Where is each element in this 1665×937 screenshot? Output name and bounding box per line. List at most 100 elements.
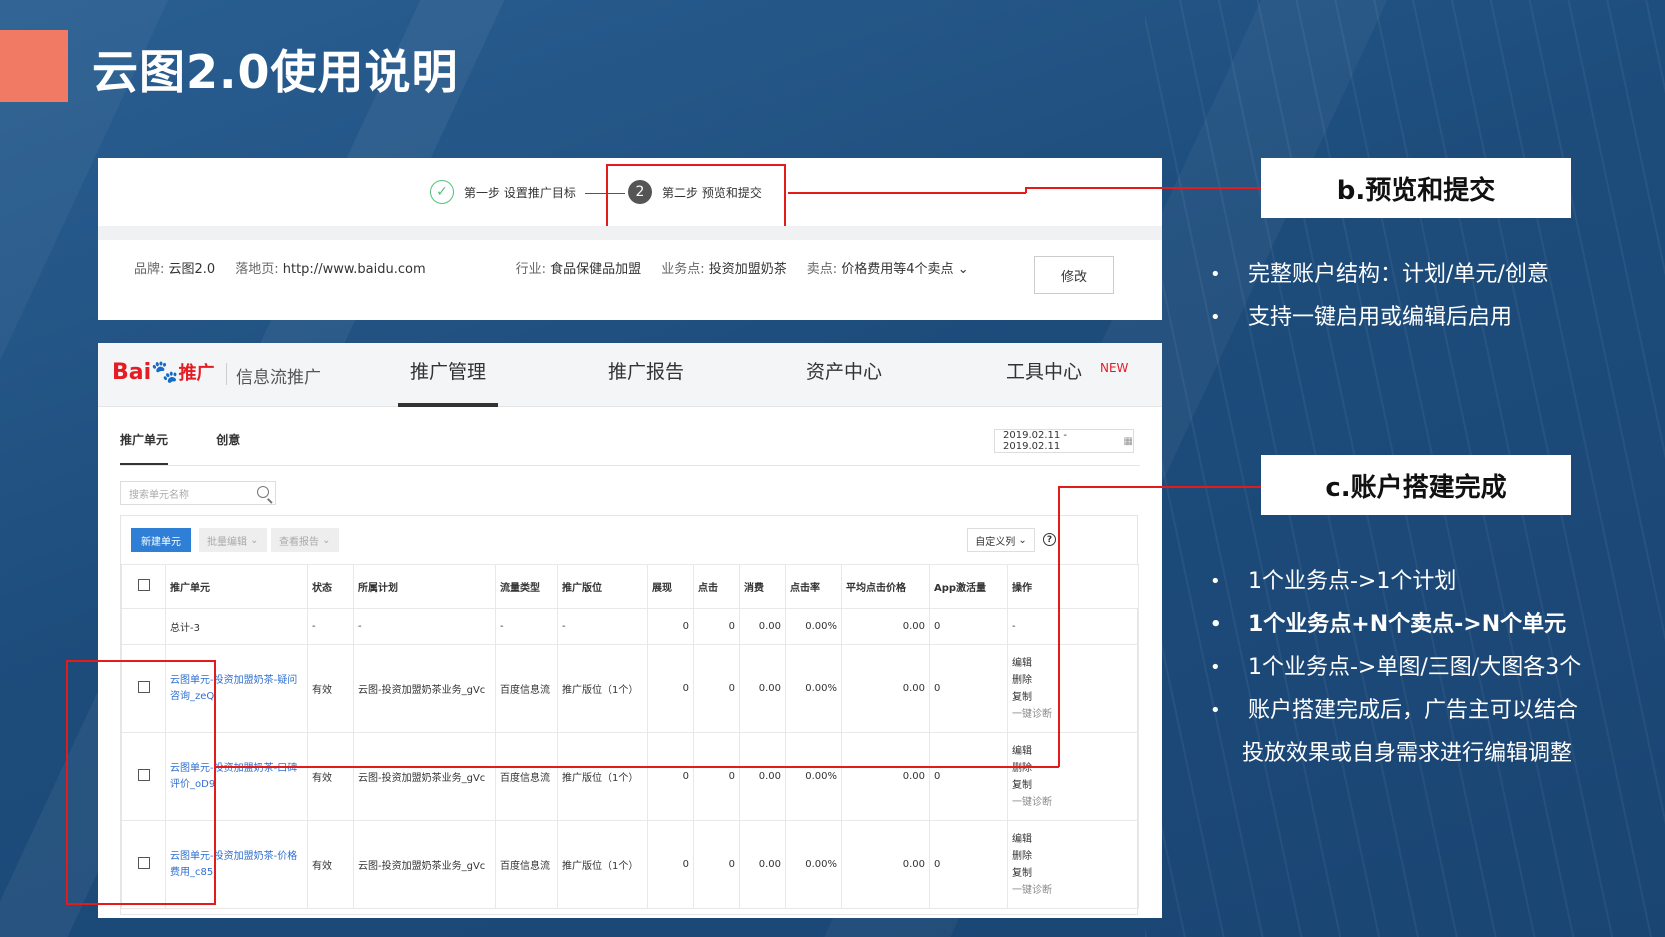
col-impressions[interactable]: 展现: [647, 564, 694, 609]
row-operations: 编辑 删除 复制 一键诊断: [1007, 820, 1139, 909]
calendar-icon: ▦: [1123, 435, 1133, 447]
col-status[interactable]: 状态: [307, 564, 354, 609]
list-item: 1个业务点+N个卖点->N个单元: [1210, 603, 1581, 646]
col-clicks[interactable]: 点击: [693, 564, 740, 609]
connector-b-line: [788, 192, 1026, 194]
top-navigation: Bai🐾推广 信息流推广 推广管理 推广报告 资产中心 工具中心 NEW: [98, 343, 1162, 407]
logo-separator: [226, 363, 227, 385]
brand-info: 品牌: 云图2.0: [134, 262, 216, 277]
account-bullet-list: 1个业务点->1个计划 1个业务点+N个卖点->N个单元 1个业务点->单图/三…: [1210, 560, 1581, 775]
status-badge: 有效: [307, 732, 354, 821]
step-1-label: 第一步 设置推广目标: [464, 185, 576, 200]
sub-tabs: 推广单元 创意: [120, 431, 240, 448]
tab-creative[interactable]: 创意: [216, 433, 240, 447]
diagnose-link[interactable]: 一键诊断: [1012, 706, 1134, 723]
step-2-highlight-box: [606, 164, 786, 228]
list-item: 投放效果或自身需求进行编辑调整: [1242, 741, 1573, 766]
table-total-row: 总计-3 - - - - 0 0 0.00 0.00% 0.00 0 -: [121, 608, 1139, 645]
edit-link[interactable]: 编辑: [1012, 655, 1134, 672]
search-icon[interactable]: [257, 486, 269, 498]
row-operations: 编辑 删除 复制 一键诊断: [1007, 732, 1139, 821]
baidu-logo[interactable]: Bai🐾推广: [112, 359, 215, 385]
diagnose-link[interactable]: 一键诊断: [1012, 882, 1134, 899]
list-item: 1个业务点->1个计划: [1210, 560, 1581, 603]
preview-submit-panel: ✓ 第一步 设置推广目标 2 第二步 预览和提交 品牌: 云图2.0 落地页: …: [98, 158, 1162, 320]
selling-info[interactable]: 卖点: 价格费用等4个卖点 ⌄: [807, 258, 969, 277]
nav-tool-center[interactable]: 工具中心: [1006, 357, 1082, 384]
landing-info: 落地页: http://www.baidu.com: [235, 262, 426, 277]
step-1[interactable]: ✓ 第一步 设置推广目标: [430, 180, 576, 204]
unit-names-highlight-box: [66, 660, 216, 905]
table-row: 云图单元-投资加盟奶茶-价格费用_c85 有效 云图-投资加盟奶茶业务_gVc …: [121, 820, 1139, 909]
list-item: 账户搭建完成后，广告主可以结合: [1210, 689, 1581, 732]
custom-columns-dropdown[interactable]: 自定义列 ⌄: [967, 528, 1035, 552]
status-badge: 有效: [307, 820, 354, 909]
col-cpc[interactable]: 平均点击价格: [841, 564, 930, 609]
chevron-down-icon: ⌄: [957, 262, 969, 277]
batch-edit-button[interactable]: 批量编辑 ⌄: [199, 528, 267, 552]
select-all-checkbox-cell[interactable]: [121, 564, 166, 609]
plan-link[interactable]: 云图-投资加盟奶茶业务_gVc: [353, 820, 496, 909]
section-divider: [98, 226, 1162, 240]
unit-list-area: 新建单元 批量编辑 ⌄ 查看报告 ⌄ 自定义列 ⌄ ? 推广单元 状态 所属计划…: [120, 515, 1139, 915]
modify-button[interactable]: 修改: [1034, 256, 1114, 294]
copy-link[interactable]: 复制: [1012, 865, 1134, 882]
connector-c-line: [216, 766, 1059, 768]
callout-preview-submit: b.预览和提交: [1261, 158, 1571, 218]
title-accent-block: [0, 30, 68, 102]
list-item: 完整账户结构：计划/单元/创意: [1210, 253, 1549, 296]
slide-title: 云图2.0使用说明: [92, 45, 459, 99]
copy-link[interactable]: 复制: [1012, 689, 1134, 706]
campaign-info-row: 品牌: 云图2.0 落地页: http://www.baidu.com 行业: …: [134, 258, 969, 277]
callout-account-complete: c.账户搭建完成: [1261, 455, 1571, 515]
col-cost[interactable]: 消费: [739, 564, 786, 609]
business-info: 业务点: 投资加盟奶茶: [661, 262, 787, 277]
check-icon: ✓: [430, 180, 454, 204]
delete-link[interactable]: 删除: [1012, 672, 1134, 689]
account-structure-panel: Bai🐾推广 信息流推广 推广管理 推广报告 资产中心 工具中心 NEW 推广单…: [98, 343, 1162, 918]
edit-link[interactable]: 编辑: [1012, 743, 1134, 760]
nav-promotion-management[interactable]: 推广管理: [410, 357, 486, 384]
table-header-row: 推广单元 状态 所属计划 流量类型 推广版位 展现 点击 消费 点击率 平均点击…: [121, 564, 1139, 609]
edit-link[interactable]: 编辑: [1012, 831, 1134, 848]
plan-link[interactable]: 云图-投资加盟奶茶业务_gVc: [353, 644, 496, 733]
industry-info: 行业: 食品保健品加盟: [515, 262, 642, 277]
product-name: 信息流推广: [236, 368, 321, 388]
row-operations: 编辑 删除 复制 一键诊断: [1007, 644, 1139, 733]
list-item: 支持一键启用或编辑后启用: [1210, 296, 1549, 339]
select-all-checkbox[interactable]: [137, 579, 150, 591]
list-item: 1个业务点->单图/三图/大图各3个: [1210, 646, 1581, 689]
nav-asset-center[interactable]: 资产中心: [806, 357, 882, 384]
col-traffic[interactable]: 流量类型: [495, 564, 558, 609]
preview-bullet-list: 完整账户结构：计划/单元/创意 支持一键启用或编辑后启用: [1210, 253, 1549, 339]
delete-link[interactable]: 删除: [1012, 848, 1134, 865]
date-range-picker[interactable]: 2019.02.11 - 2019.02.11 ▦: [994, 429, 1134, 453]
subtabs-divider: [120, 465, 1140, 466]
col-ops: 操作: [1007, 564, 1139, 609]
col-app[interactable]: App激活量: [929, 564, 1008, 609]
help-icon[interactable]: ?: [1043, 533, 1056, 546]
delete-link[interactable]: 删除: [1012, 760, 1134, 777]
col-placement[interactable]: 推广版位: [557, 564, 648, 609]
new-unit-button[interactable]: 新建单元: [131, 528, 191, 552]
nav-active-indicator: [398, 403, 498, 407]
col-ctr[interactable]: 点击率: [785, 564, 842, 609]
col-plan[interactable]: 所属计划: [353, 564, 496, 609]
search-input[interactable]: 搜索单元名称: [120, 481, 276, 505]
unit-table: 推广单元 状态 所属计划 流量类型 推广版位 展现 点击 消费 点击率 平均点击…: [121, 564, 1139, 909]
connector-b-arrow: [1025, 187, 1261, 189]
table-row: 云图单元-投资加盟奶茶-口碑评价_oD9 有效 云图-投资加盟奶茶业务_gVc …: [121, 732, 1139, 821]
diagnose-link[interactable]: 一键诊断: [1012, 794, 1134, 811]
copy-link[interactable]: 复制: [1012, 777, 1134, 794]
tab-promotion-unit[interactable]: 推广单元: [120, 433, 168, 447]
new-badge: NEW: [1100, 361, 1129, 375]
table-row: 云图单元-投资加盟奶茶-疑问咨询_zeQ 有效 云图-投资加盟奶茶业务_gVc …: [121, 644, 1139, 733]
paw-icon: 🐾: [151, 360, 179, 385]
status-badge: 有效: [307, 644, 354, 733]
col-unit[interactable]: 推广单元: [165, 564, 308, 609]
nav-promotion-report[interactable]: 推广报告: [608, 357, 684, 384]
view-report-button[interactable]: 查看报告 ⌄: [271, 528, 339, 552]
connector-c-arrow: [1058, 486, 1261, 488]
plan-link[interactable]: 云图-投资加盟奶茶业务_gVc: [353, 732, 496, 821]
